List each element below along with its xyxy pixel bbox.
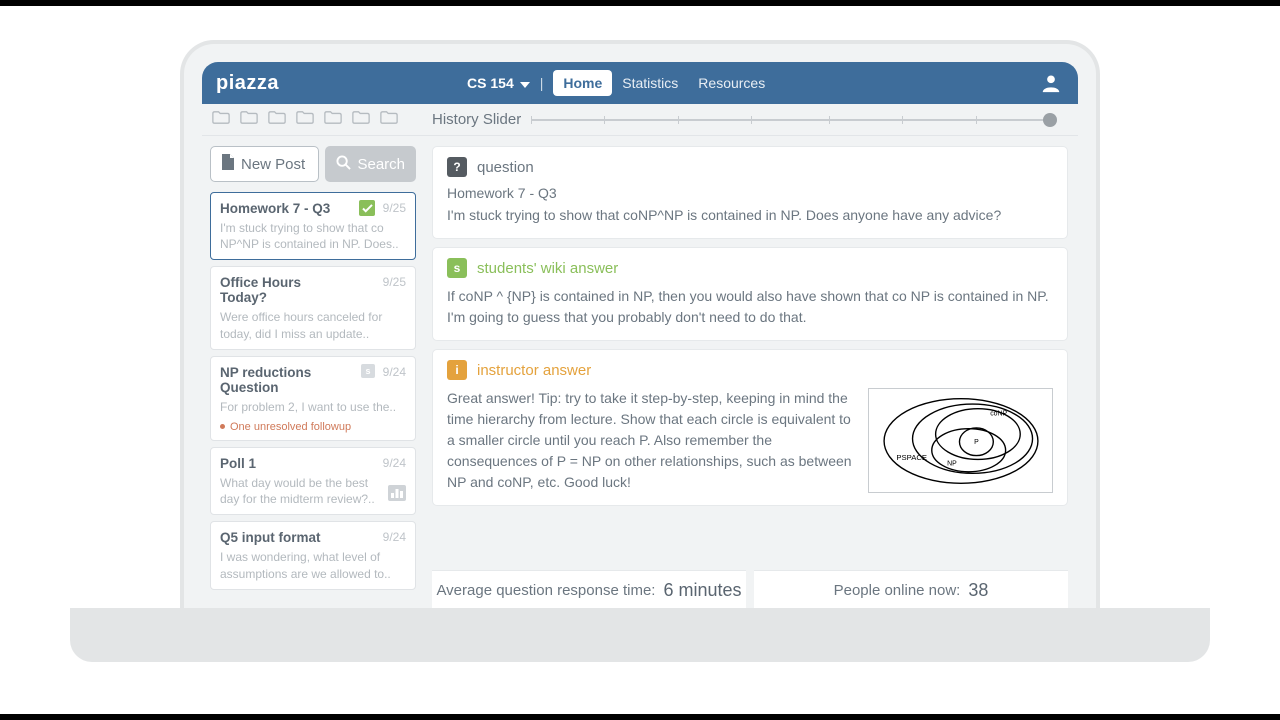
post-date: 9/24 xyxy=(383,365,406,379)
poll-icon xyxy=(388,485,406,506)
stats-bar: Average question response time: 6 minute… xyxy=(432,570,1068,610)
followup-indicator: One unresolved followup xyxy=(220,421,406,433)
people-online-label: People online now: xyxy=(834,582,961,599)
post-title: Q5 input format xyxy=(220,530,406,545)
history-slider[interactable] xyxy=(531,115,1054,125)
post-item[interactable]: Homework 7 - Q3 9/25 I'm stuck trying to… xyxy=(210,192,416,260)
response-time-value: 6 minutes xyxy=(663,580,741,601)
logo: piazza xyxy=(216,72,279,95)
question-body: I'm stuck trying to show that coNP^NP is… xyxy=(447,205,1053,226)
main-content: ? question Homework 7 - Q3 I'm stuck try… xyxy=(424,136,1078,610)
course-label: CS 154 xyxy=(467,75,514,91)
svg-text:coNP: coNP xyxy=(990,410,1007,417)
post-date: 9/25 xyxy=(383,201,406,215)
history-slider-label: History Slider xyxy=(432,111,521,128)
new-post-button[interactable]: New Post xyxy=(210,146,319,182)
post-title: Office Hours Today? xyxy=(220,275,406,305)
folder-icon[interactable] xyxy=(268,111,286,129)
question-title: Homework 7 - Q3 xyxy=(447,185,1053,201)
post-snippet: Were office hours canceled for today, di… xyxy=(220,309,406,341)
laptop-base xyxy=(70,608,1210,662)
post-title: Poll 1 xyxy=(220,456,406,471)
post-item[interactable]: Poll 1 9/24 What day would be the best d… xyxy=(210,447,416,515)
instructor-answer-body: Great answer! Tip: try to take it step-b… xyxy=(447,388,852,493)
search-icon xyxy=(336,155,351,174)
folder-icon[interactable] xyxy=(296,111,314,129)
post-item[interactable]: NP reductions Question s 9/24 For proble… xyxy=(210,356,416,441)
svg-text:P: P xyxy=(974,439,979,446)
post-snippet: What day would be the best day for the m… xyxy=(220,475,406,507)
instructor-answer-label: instructor answer xyxy=(477,362,591,379)
slider-thumb[interactable] xyxy=(1043,113,1057,127)
answered-check-icon xyxy=(359,200,375,216)
app-screen: piazza CS 154 | Home Statistics Resource… xyxy=(202,62,1078,610)
complexity-diagram: PSPACE coNP NP P xyxy=(868,388,1053,493)
chevron-down-icon xyxy=(520,75,530,91)
search-label: Search xyxy=(357,156,405,173)
folder-icon[interactable] xyxy=(380,111,398,129)
post-date: 9/24 xyxy=(383,456,406,470)
app-header: piazza CS 154 | Home Statistics Resource… xyxy=(202,62,1078,104)
student-answer-label: students' wiki answer xyxy=(477,260,618,277)
post-date: 9/24 xyxy=(383,530,406,544)
post-snippet: For problem 2, I want to use the.. xyxy=(220,399,406,415)
student-badge-icon: s xyxy=(361,364,375,378)
student-answer-body: If coNP ^ {NP} is contained in NP, then … xyxy=(447,286,1053,328)
folder-row xyxy=(212,111,398,129)
document-icon xyxy=(221,154,235,174)
response-time-stat: Average question response time: 6 minute… xyxy=(432,570,746,610)
new-post-label: New Post xyxy=(241,156,305,173)
post-item[interactable]: Office Hours Today? 9/25 Were office hou… xyxy=(210,266,416,349)
question-card: ? question Homework 7 - Q3 I'm stuck try… xyxy=(432,146,1068,239)
folder-toolbar: History Slider xyxy=(202,104,1078,136)
search-button[interactable]: Search xyxy=(325,146,416,182)
instructor-badge-icon: i xyxy=(447,360,467,380)
people-online-value: 38 xyxy=(968,580,988,601)
laptop-frame: piazza CS 154 | Home Statistics Resource… xyxy=(180,40,1100,610)
instructor-answer-card: i instructor answer Great answer! Tip: t… xyxy=(432,349,1068,506)
divider: | xyxy=(540,75,544,91)
post-date: 9/25 xyxy=(383,275,406,289)
course-selector[interactable]: CS 154 xyxy=(467,75,530,91)
people-online-stat: People online now: 38 xyxy=(754,570,1068,610)
student-answer-card: s students' wiki answer If coNP ^ {NP} i… xyxy=(432,247,1068,341)
post-snippet: I was wondering, what level of assumptio… xyxy=(220,549,406,581)
user-icon[interactable] xyxy=(1040,72,1062,94)
post-item[interactable]: Q5 input format 9/24 I was wondering, wh… xyxy=(210,521,416,589)
folder-icon[interactable] xyxy=(324,111,342,129)
question-label: question xyxy=(477,159,534,176)
sidebar: New Post Search Homework 7 - Q3 9/25 I' xyxy=(202,136,424,610)
folder-icon[interactable] xyxy=(212,111,230,129)
svg-text:PSPACE: PSPACE xyxy=(896,453,927,462)
nav-home[interactable]: Home xyxy=(553,70,612,96)
nav-resources[interactable]: Resources xyxy=(688,70,775,96)
nav-statistics[interactable]: Statistics xyxy=(612,70,688,96)
question-badge-icon: ? xyxy=(447,157,467,177)
student-badge-icon: s xyxy=(447,258,467,278)
post-title: Homework 7 - Q3 xyxy=(220,201,406,216)
response-time-label: Average question response time: xyxy=(436,582,655,599)
folder-icon[interactable] xyxy=(352,111,370,129)
post-list: Homework 7 - Q3 9/25 I'm stuck trying to… xyxy=(210,192,416,590)
post-title: NP reductions Question xyxy=(220,365,406,395)
post-snippet: I'm stuck trying to show that co NP^NP i… xyxy=(220,220,406,252)
folder-icon[interactable] xyxy=(240,111,258,129)
svg-text:NP: NP xyxy=(947,460,957,467)
